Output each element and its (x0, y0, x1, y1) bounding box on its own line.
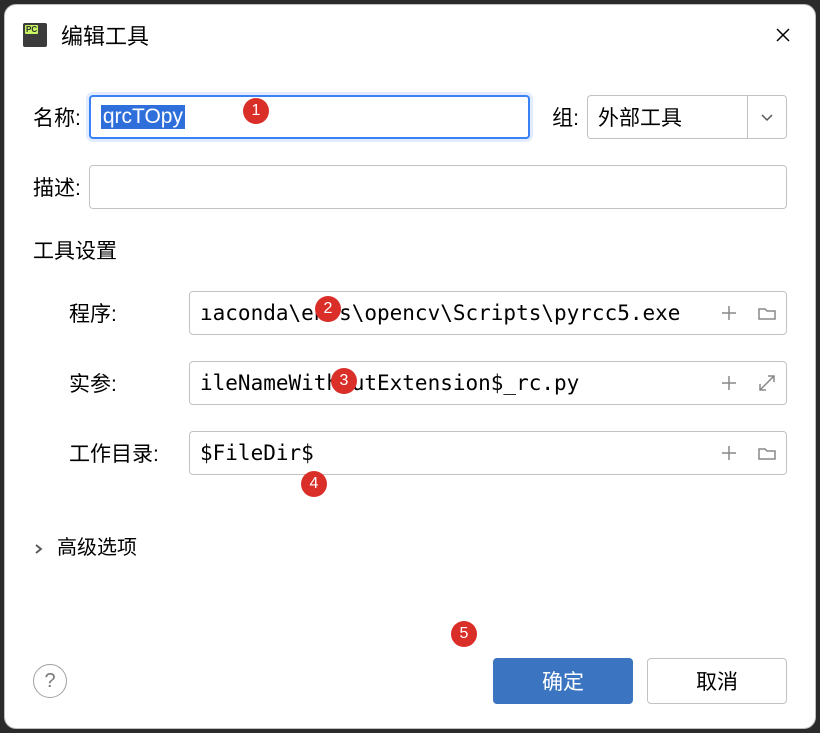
working-dir-row: 工作目录: $FileDir$ (33, 431, 787, 475)
tool-settings-title: 工具设置 (33, 235, 787, 265)
arguments-label: 实参: (69, 368, 189, 398)
program-input[interactable]: ıaconda\envs\opencv\Scripts\pyrcc5.exe (189, 291, 787, 335)
description-label: 描述: (33, 172, 81, 202)
name-input[interactable]: qrcTOpy (89, 95, 530, 139)
program-value: ıaconda\envs\opencv\Scripts\pyrcc5.exe (190, 301, 710, 325)
close-button[interactable] (771, 23, 795, 47)
group-value-field[interactable]: 外部工具 (587, 95, 747, 139)
dialog-content: 1 2 3 4 5 名称: qrcTOpy 组: 外部工具 描述: (5, 65, 815, 658)
group-dropdown-button[interactable] (747, 95, 787, 139)
question-icon: ? (44, 670, 55, 693)
pycharm-icon (23, 23, 47, 47)
chevron-down-icon (760, 110, 774, 124)
arguments-value: ileNameWithoutExtension$_rc.py (190, 371, 710, 395)
program-row: 程序: ıaconda\envs\opencv\Scripts\pyrcc5.e… (33, 291, 787, 335)
annotation-badge-1: 1 (243, 98, 269, 124)
program-browse-button[interactable] (748, 291, 786, 335)
arguments-input[interactable]: ileNameWithoutExtension$_rc.py (189, 361, 787, 405)
close-icon (775, 27, 791, 43)
plus-icon (719, 303, 739, 323)
program-label: 程序: (69, 298, 189, 328)
advanced-options-label: 高级选项 (57, 531, 137, 560)
working-dir-browse-button[interactable] (748, 431, 786, 475)
ok-button[interactable]: 确定 (493, 658, 633, 704)
description-input[interactable] (89, 165, 787, 209)
chevron-right-icon (33, 538, 49, 554)
working-dir-label: 工作目录: (69, 438, 189, 468)
name-label: 名称: (33, 102, 81, 132)
dialog-footer: ? 确定 取消 (5, 658, 815, 728)
titlebar: 编辑工具 (5, 5, 815, 65)
annotation-badge-2: 2 (315, 296, 341, 322)
advanced-options-toggle[interactable]: 高级选项 (33, 531, 787, 560)
cancel-button[interactable]: 取消 (647, 658, 787, 704)
group-value: 外部工具 (598, 102, 682, 132)
plus-icon (719, 373, 739, 393)
expand-icon (757, 373, 777, 393)
working-dir-value: $FileDir$ (190, 441, 710, 465)
working-dir-input[interactable]: $FileDir$ (189, 431, 787, 475)
working-dir-insert-macro-button[interactable] (710, 431, 748, 475)
arguments-row: 实参: ileNameWithoutExtension$_rc.py (33, 361, 787, 405)
dialog-title: 编辑工具 (61, 19, 771, 51)
edit-tool-dialog: 编辑工具 1 2 3 4 5 名称: qrcTOpy 组: 外部工具 (4, 4, 816, 729)
folder-icon (757, 303, 777, 323)
annotation-badge-4: 4 (301, 471, 327, 497)
group-label: 组: (552, 102, 579, 132)
help-button[interactable]: ? (33, 664, 67, 698)
group-dropdown[interactable]: 外部工具 (587, 95, 787, 139)
program-insert-macro-button[interactable] (710, 291, 748, 335)
name-value: qrcTOpy (101, 105, 185, 129)
folder-icon (757, 443, 777, 463)
arguments-insert-macro-button[interactable] (710, 361, 748, 405)
name-group-row: 名称: qrcTOpy 组: 外部工具 (33, 95, 787, 139)
annotation-badge-3: 3 (331, 368, 357, 394)
description-row: 描述: (33, 165, 787, 209)
annotation-badge-5: 5 (451, 621, 477, 647)
arguments-expand-button[interactable] (748, 361, 786, 405)
plus-icon (719, 443, 739, 463)
